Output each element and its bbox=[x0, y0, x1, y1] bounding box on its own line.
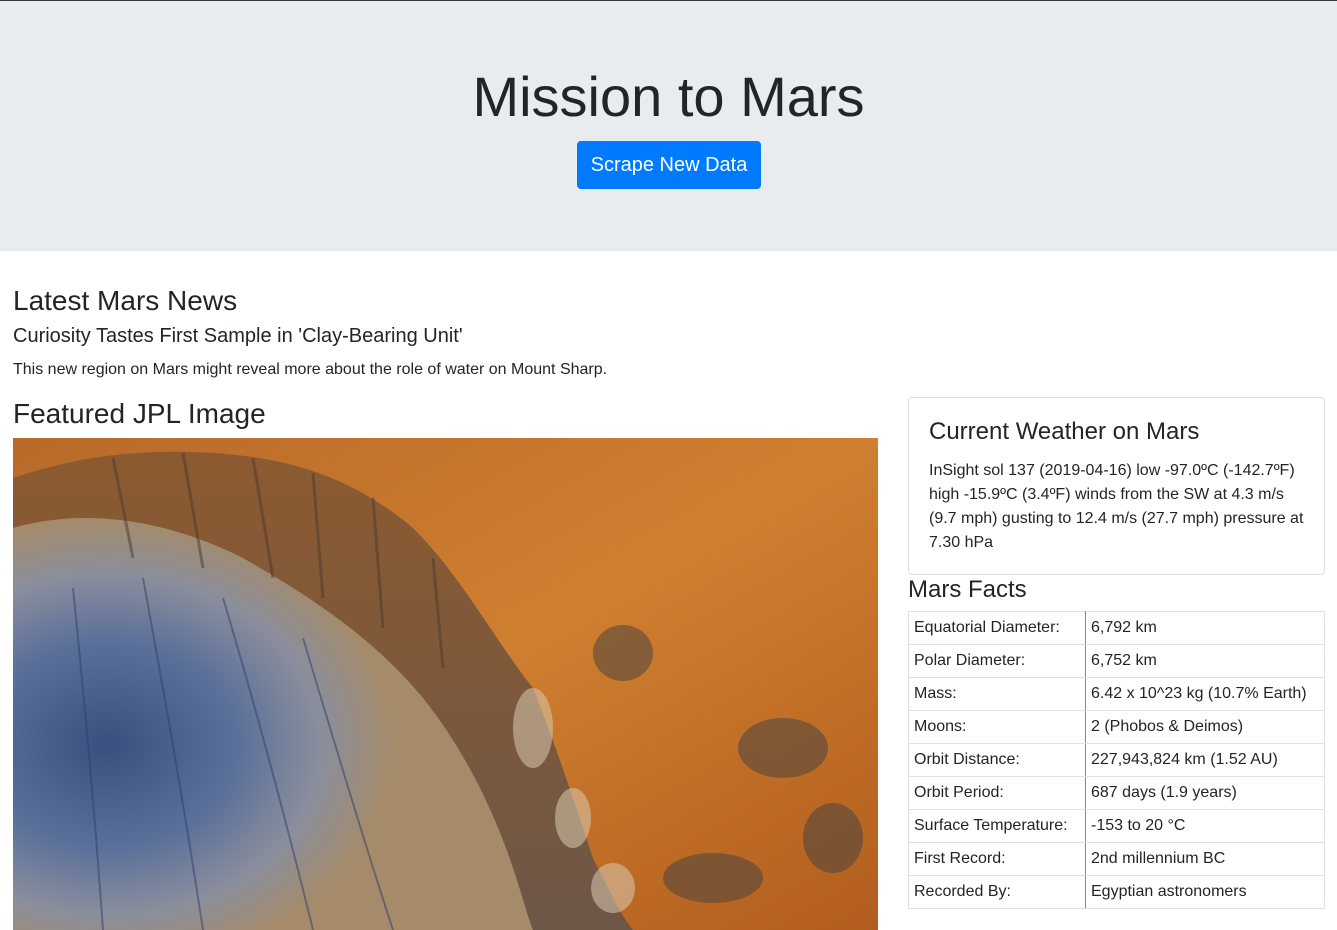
fact-label: Equatorial Diameter: bbox=[908, 611, 1086, 645]
fact-value: 6.42 x 10^23 kg (10.7% Earth) bbox=[1085, 677, 1325, 711]
fact-label: Orbit Period: bbox=[908, 776, 1086, 810]
weather-text: InSight sol 137 (2019-04-16) low -97.0ºC… bbox=[929, 462, 1304, 551]
scrape-new-data-button[interactable]: Scrape New Data bbox=[577, 141, 761, 189]
fact-label: Polar Diameter: bbox=[908, 644, 1086, 678]
news-paragraph: This new region on Mars might reveal mor… bbox=[13, 361, 608, 378]
weather-card: Current Weather on Mars InSight sol 137 … bbox=[908, 397, 1325, 575]
fact-label: Moons: bbox=[908, 710, 1086, 744]
weather-heading: Current Weather on Mars bbox=[929, 418, 1200, 445]
fact-label: First Record: bbox=[908, 842, 1086, 876]
page-title: Mission to Mars bbox=[472, 65, 865, 128]
news-title: Curiosity Tastes First Sample in 'Clay-B… bbox=[13, 325, 463, 347]
mars-facts-heading: Mars Facts bbox=[908, 576, 1027, 603]
fact-value: 2nd millennium BC bbox=[1085, 842, 1325, 876]
fact-value: 227,943,824 km (1.52 AU) bbox=[1085, 743, 1325, 777]
table-row: Recorded By: Egyptian astronomers bbox=[908, 875, 1325, 909]
featured-mars-image bbox=[13, 438, 878, 930]
fact-label: Orbit Distance: bbox=[908, 743, 1086, 777]
table-row: First Record: 2nd millennium BC bbox=[908, 842, 1325, 876]
table-row: Orbit Distance: 227,943,824 km (1.52 AU) bbox=[908, 743, 1325, 777]
fact-label: Surface Temperature: bbox=[908, 809, 1086, 843]
fact-label: Mass: bbox=[908, 677, 1086, 711]
table-row: Surface Temperature: -153 to 20 °C bbox=[908, 809, 1325, 843]
table-row: Mass: 6.42 x 10^23 kg (10.7% Earth) bbox=[908, 677, 1325, 711]
fact-label: Recorded By: bbox=[908, 875, 1086, 909]
fact-value: Egyptian astronomers bbox=[1085, 875, 1325, 909]
jumbotron-header: Mission to Mars Scrape New Data bbox=[0, 0, 1337, 251]
fact-value: 2 (Phobos & Deimos) bbox=[1085, 710, 1325, 744]
featured-image-heading: Featured JPL Image bbox=[13, 398, 266, 429]
fact-value: -153 to 20 °C bbox=[1085, 809, 1325, 843]
latest-news-heading: Latest Mars News bbox=[13, 285, 238, 316]
table-row: Polar Diameter: 6,752 km bbox=[908, 644, 1325, 678]
fact-value: 6,792 km bbox=[1085, 611, 1325, 645]
fact-value: 6,752 km bbox=[1085, 644, 1325, 678]
table-row: Moons: 2 (Phobos & Deimos) bbox=[908, 710, 1325, 744]
mars-facts-table: Equatorial Diameter: 6,792 km Polar Diamet… bbox=[908, 611, 1325, 909]
fact-value: 687 days (1.9 years) bbox=[1085, 776, 1325, 810]
table-row: Equatorial Diameter: 6,792 km bbox=[908, 611, 1325, 645]
table-row: Orbit Period: 687 days (1.9 years) bbox=[908, 776, 1325, 810]
